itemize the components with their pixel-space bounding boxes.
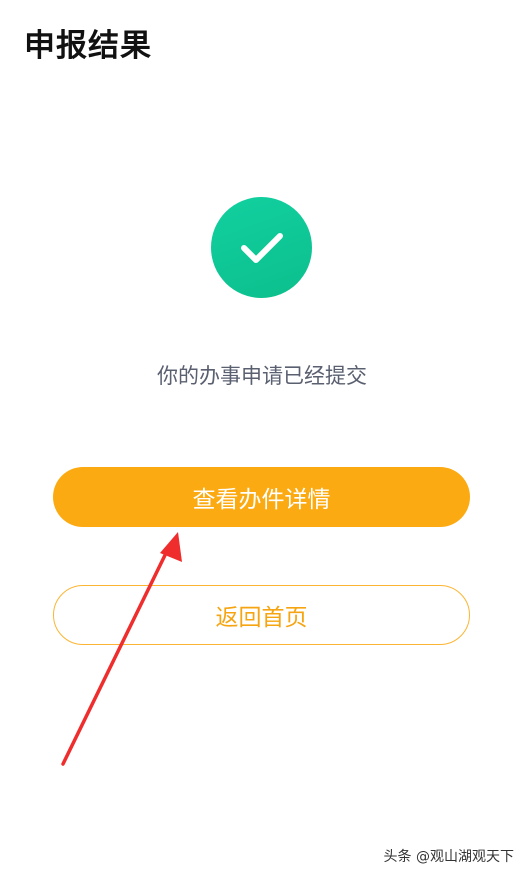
watermark: 头条 @观山湖观天下 <box>383 849 514 865</box>
checkmark-icon <box>240 232 283 263</box>
page-title: 申报结果 <box>24 28 152 64</box>
view-details-button[interactable]: 查看办件详情 <box>53 467 470 527</box>
red-arrow-annotation <box>61 532 182 766</box>
status-message: 你的办事申请已经提交 <box>157 364 367 388</box>
back-home-button[interactable]: 返回首页 <box>53 585 470 645</box>
check-circle-icon <box>211 197 312 298</box>
